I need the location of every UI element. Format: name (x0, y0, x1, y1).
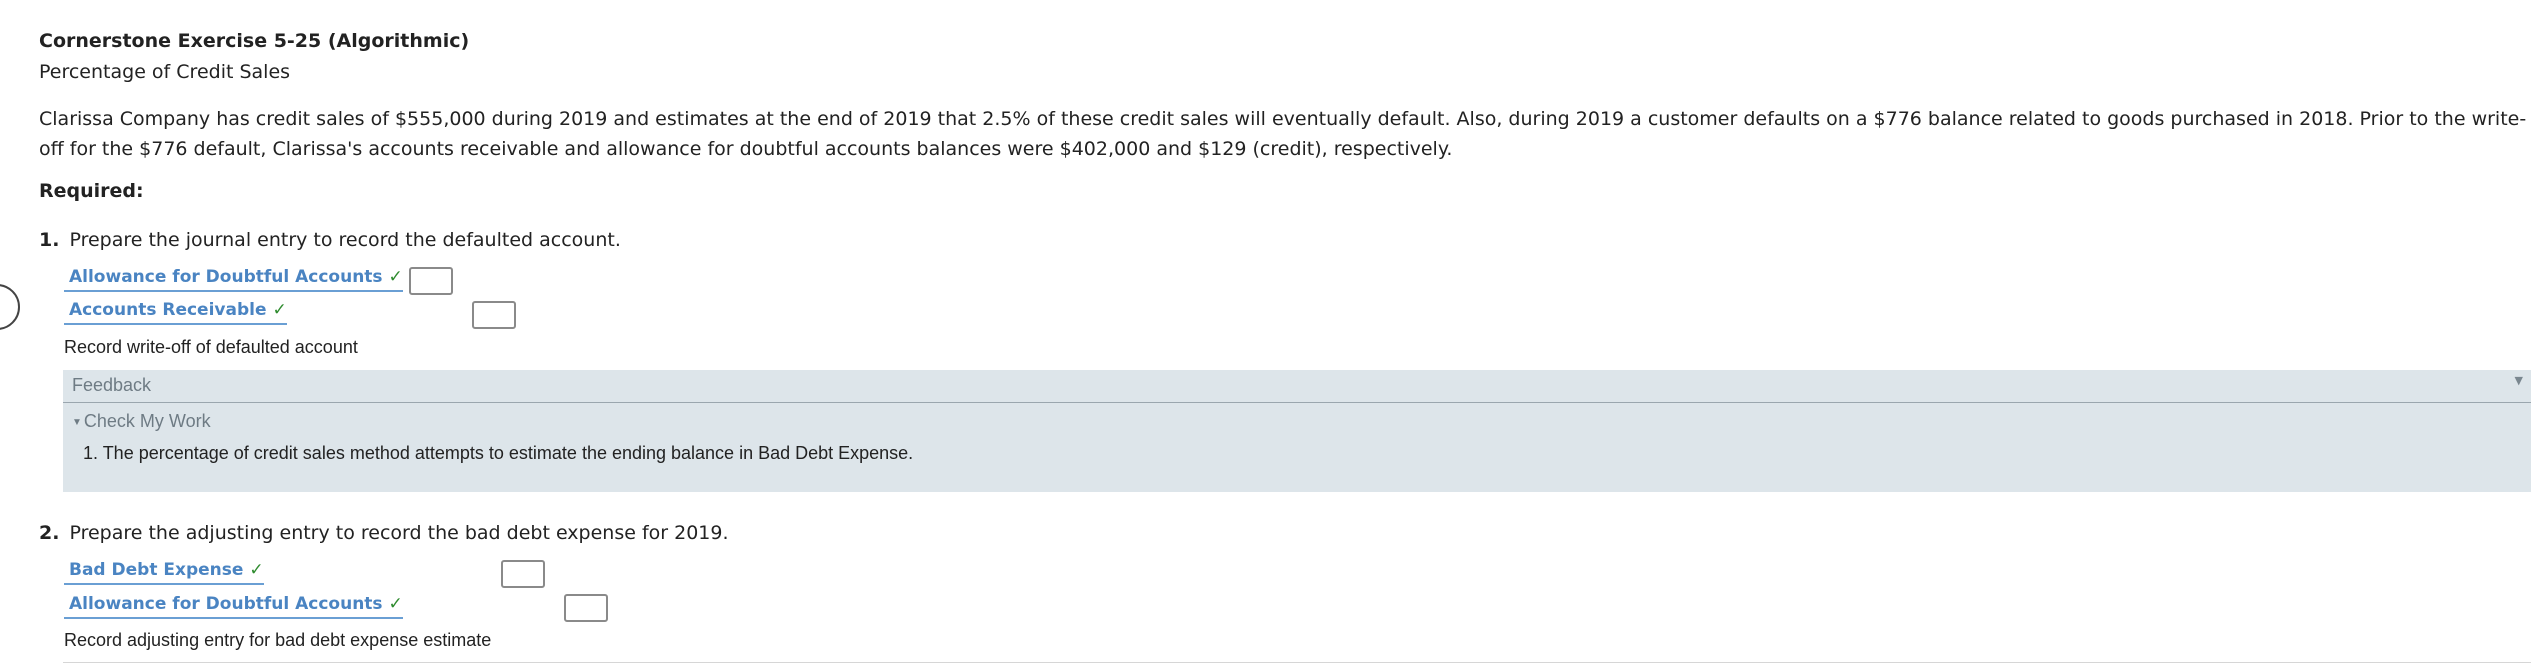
question-number: 2. (39, 522, 60, 544)
entry-memo: Record write-off of defaulted account (64, 337, 358, 357)
correct-check-icon: ✓ (272, 300, 287, 320)
correct-check-icon: ✓ (388, 594, 403, 614)
question-1: 1. Prepare the journal entry to record th… (39, 229, 621, 251)
debit-amount-input[interactable] (501, 560, 545, 588)
account-name: Allowance for Doubtful Accounts (69, 267, 383, 287)
debit-account-select[interactable]: Allowance for Doubtful Accounts ✓ (64, 267, 403, 292)
correct-check-icon: ✓ (249, 560, 264, 580)
expand-triangle-icon: ▼ (72, 417, 82, 428)
check-my-work-toggle[interactable]: ▼ Check My Work (72, 411, 211, 432)
question-2: 2. Prepare the adjusting entry to record … (39, 522, 729, 544)
check-my-work-label: Check My Work (83, 411, 211, 431)
account-name: Bad Debt Expense (69, 560, 244, 580)
divider (63, 662, 2531, 663)
entry-memo: Record adjusting entry for bad debt expe… (64, 630, 492, 650)
side-nav-circle-button[interactable] (0, 284, 20, 330)
credit-account-select[interactable]: Accounts Receivable ✓ (64, 300, 287, 325)
feedback-header[interactable]: Feedback ▼ (63, 370, 2531, 403)
exercise-title: Cornerstone Exercise 5-25 (Algorithmic) (39, 30, 470, 52)
feedback-message: 1. The percentage of credit sales method… (83, 443, 914, 463)
debit-account-select[interactable]: Bad Debt Expense ✓ (64, 560, 264, 585)
exercise-subtitle: Percentage of Credit Sales (39, 61, 291, 83)
account-name: Allowance for Doubtful Accounts (69, 594, 383, 614)
question-prompt: Prepare the adjusting entry to record th… (69, 522, 729, 544)
feedback-title: Feedback (72, 375, 152, 395)
credit-account-select[interactable]: Allowance for Doubtful Accounts ✓ (64, 594, 403, 619)
correct-check-icon: ✓ (388, 267, 403, 287)
debit-amount-input[interactable] (409, 267, 453, 295)
credit-amount-input[interactable] (472, 301, 516, 329)
account-name: Accounts Receivable (69, 300, 267, 320)
collapse-arrow-icon[interactable]: ▼ (2515, 374, 2523, 387)
required-label: Required: (39, 180, 144, 202)
feedback-panel: Feedback ▼ ▼ Check My Work 1. The percent… (63, 370, 2531, 492)
question-prompt: Prepare the journal entry to record the … (69, 229, 621, 251)
credit-amount-input[interactable] (564, 594, 608, 622)
problem-statement: Clarissa Company has credit sales of $55… (39, 108, 2527, 160)
question-number: 1. (39, 229, 60, 251)
